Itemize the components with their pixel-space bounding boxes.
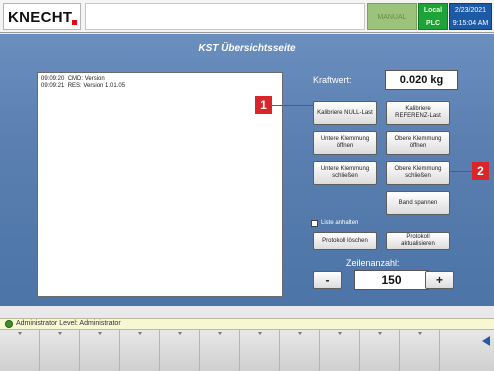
function-key[interactable] <box>200 330 240 371</box>
obere-klemmung-oeffnen-button[interactable]: Obere Klemmung öffnen <box>386 131 450 155</box>
kraftwert-label: Kraftwert: <box>313 75 352 85</box>
kraftwert-value: 0.020 kg <box>385 70 458 90</box>
logo-dot <box>72 20 77 25</box>
kalibriere-referenz-button[interactable]: Kalibriere REFERENZ-Last <box>386 101 450 125</box>
key-marker-icon <box>298 332 302 335</box>
key-marker-icon <box>418 332 422 335</box>
protokoll-loeschen-button[interactable]: Protokoll löschen <box>313 232 377 250</box>
log-line: 09:09:21 RES: Version 1.01.05 <box>41 83 126 89</box>
function-key[interactable] <box>120 330 160 371</box>
control-local: Local <box>423 7 443 14</box>
user-icon <box>5 320 13 328</box>
user-info: Administrator Level: Administrator <box>16 320 121 327</box>
increment-button[interactable]: + <box>425 271 454 289</box>
datetime-display: 2/23/2021 9:15:04 AM <box>449 3 492 30</box>
callout-2: 2 <box>472 162 489 180</box>
status-bar: Administrator Level: Administrator <box>0 318 494 330</box>
callout-1: 1 <box>255 96 272 114</box>
protocol-log[interactable]: 09:09:20 CMD: Version 09:09:21 RES: Vers… <box>37 72 283 297</box>
key-marker-icon <box>218 332 222 335</box>
function-key-bar <box>0 330 494 371</box>
back-key[interactable] <box>440 330 494 371</box>
log-line: 09:09:20 CMD: Version <box>41 76 105 82</box>
header-bar: KNECHT MANUAL Local PLC 2/23/2021 9:15:0… <box>0 0 494 33</box>
protokoll-aktualisieren-button[interactable]: Protokoll aktualisieren <box>386 232 450 250</box>
user-name: Administrator <box>16 320 58 327</box>
time-text: 9:15:04 AM <box>452 20 489 27</box>
untere-klemmung-schliessen-button[interactable]: Untere Klemmung schließen <box>313 161 377 185</box>
untere-klemmung-oeffnen-button[interactable]: Untere Klemmung öffnen <box>313 131 377 155</box>
user-level: Level: Administrator <box>59 320 121 327</box>
page-title: KST Übersichtsseite <box>198 43 296 54</box>
obere-klemmung-schliessen-button[interactable]: Obere Klemmung schließen <box>386 161 450 185</box>
function-key[interactable] <box>40 330 80 371</box>
key-marker-icon <box>58 332 62 335</box>
function-key[interactable] <box>360 330 400 371</box>
function-key[interactable] <box>160 330 200 371</box>
main-panel: KST Übersichtsseite 09:09:20 CMD: Versio… <box>0 34 494 306</box>
function-key[interactable] <box>80 330 120 371</box>
key-marker-icon <box>258 332 262 335</box>
control-status: Local PLC <box>418 3 448 30</box>
function-key[interactable] <box>0 330 40 371</box>
function-key[interactable] <box>400 330 440 371</box>
hmi-window: KNECHT MANUAL Local PLC 2/23/2021 9:15:0… <box>0 0 494 371</box>
zeilenanzahl-input[interactable]: 150 <box>354 270 429 290</box>
back-arrow-icon <box>482 336 490 346</box>
callout-2-line <box>449 171 472 172</box>
control-plc: PLC <box>426 20 440 27</box>
header-message-area <box>85 3 365 30</box>
band-spannen-button[interactable]: Band spannen <box>386 191 450 215</box>
liste-anhalten-checkbox[interactable] <box>311 220 318 227</box>
key-marker-icon <box>18 332 22 335</box>
mode-indicator: MANUAL <box>367 3 417 30</box>
key-marker-icon <box>98 332 102 335</box>
logo: KNECHT <box>3 3 81 30</box>
decrement-button[interactable]: - <box>313 271 342 289</box>
function-key[interactable] <box>280 330 320 371</box>
logo-text: KNECHT <box>8 9 73 26</box>
callout-1-line <box>272 105 314 106</box>
key-marker-icon <box>138 332 142 335</box>
zeilenanzahl-label: Zeilenanzahl: <box>346 258 400 268</box>
kalibriere-null-button[interactable]: Kalibriere NULL-Last <box>313 101 377 125</box>
function-key[interactable] <box>320 330 360 371</box>
date-text: 2/23/2021 <box>454 7 487 14</box>
key-marker-icon <box>378 332 382 335</box>
key-marker-icon <box>338 332 342 335</box>
function-key[interactable] <box>240 330 280 371</box>
liste-anhalten-label: Liste anhalten <box>321 220 359 226</box>
key-marker-icon <box>178 332 182 335</box>
